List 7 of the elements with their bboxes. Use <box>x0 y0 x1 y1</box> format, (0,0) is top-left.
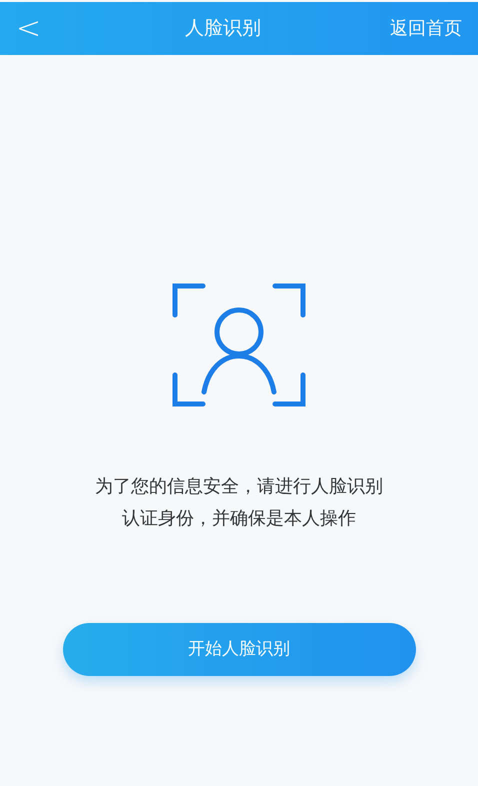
page-title: 人脸识别 <box>184 16 262 42</box>
home-link[interactable]: 返回首页 <box>390 15 462 42</box>
info-text: 认证身份，并确保是本人操作 <box>122 507 356 531</box>
start-button[interactable]: 开始人脸识别 <box>62 623 416 676</box>
face-scan-icon <box>172 282 306 408</box>
back-button[interactable]: < <box>16 14 56 44</box>
info-text: 为了您的信息安全，请进行人脸识别 <box>95 475 383 499</box>
